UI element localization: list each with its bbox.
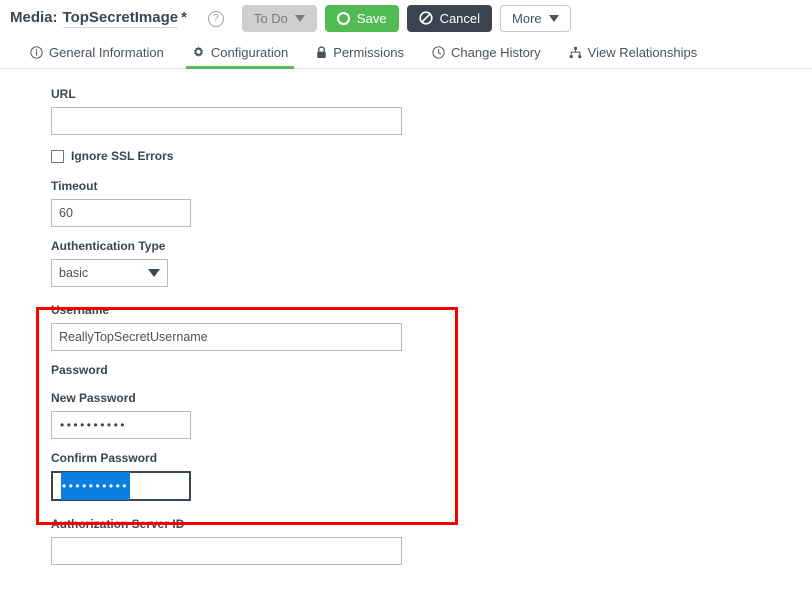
field-url: URL bbox=[51, 87, 812, 135]
ignore-ssl-errors-checkbox-row[interactable]: Ignore SSL Errors bbox=[51, 149, 812, 163]
sitemap-icon bbox=[569, 46, 582, 59]
cancel-button-label: Cancel bbox=[439, 10, 481, 26]
configuration-form: URL Ignore SSL Errors Timeout Authentica… bbox=[0, 69, 812, 565]
tab-view-relationships-label: View Relationships bbox=[587, 44, 698, 60]
todo-dropdown-label: To Do bbox=[253, 10, 288, 26]
new-password-label: New Password bbox=[51, 391, 136, 405]
authentication-type-label: Authentication Type bbox=[51, 239, 166, 253]
page-title-name[interactable]: TopSecretImage bbox=[62, 9, 179, 28]
confirm-password-masked-value: •••••••••• bbox=[61, 472, 131, 500]
cancel-button[interactable]: Cancel bbox=[406, 4, 493, 32]
more-dropdown-label: More bbox=[512, 10, 542, 26]
unsaved-changes-marker: * bbox=[181, 8, 187, 26]
username-input[interactable] bbox=[51, 323, 402, 351]
confirm-password-label: Confirm Password bbox=[51, 451, 158, 465]
chevron-down-icon bbox=[294, 14, 305, 22]
field-authentication-type: Authentication Type basic bbox=[51, 239, 812, 287]
chevron-down-icon bbox=[148, 269, 160, 277]
url-input[interactable] bbox=[51, 107, 402, 135]
field-authorization-server-id: Authorization Server ID bbox=[51, 517, 812, 565]
field-username: Username bbox=[51, 303, 812, 351]
tab-permissions-label: Permissions bbox=[333, 44, 405, 60]
authentication-type-select[interactable]: basic bbox=[51, 259, 168, 287]
username-label: Username bbox=[51, 303, 110, 317]
clock-icon bbox=[432, 45, 445, 59]
save-button[interactable]: Save bbox=[324, 4, 399, 32]
authentication-type-value: basic bbox=[59, 266, 89, 280]
more-dropdown-button[interactable]: More bbox=[500, 4, 571, 32]
help-circle-icon[interactable]: ? bbox=[207, 11, 224, 27]
tab-view-relationships[interactable]: View Relationships bbox=[555, 36, 712, 68]
password-group-label: Password bbox=[51, 363, 108, 377]
todo-dropdown-button[interactable]: To Do bbox=[241, 4, 317, 32]
circle-icon bbox=[336, 11, 350, 25]
save-button-label: Save bbox=[356, 10, 387, 26]
gear-icon bbox=[192, 45, 205, 59]
page-title: Media: TopSecretImage * bbox=[10, 9, 187, 28]
tab-change-history-label: Change History bbox=[451, 44, 541, 60]
tab-general-information[interactable]: General Information bbox=[16, 36, 178, 68]
ban-icon bbox=[418, 11, 433, 25]
timeout-input[interactable] bbox=[51, 199, 191, 227]
field-timeout: Timeout bbox=[51, 179, 812, 227]
confirm-password-input[interactable]: •••••••••• bbox=[51, 471, 191, 501]
authorization-server-id-input[interactable] bbox=[51, 537, 402, 565]
field-new-password: New Password •••••••••• bbox=[51, 391, 812, 439]
tab-configuration-label: Configuration bbox=[210, 44, 289, 60]
authorization-server-id-label: Authorization Server ID bbox=[51, 517, 185, 531]
chevron-down-icon bbox=[548, 14, 559, 22]
tab-configuration[interactable]: Configuration bbox=[178, 36, 302, 69]
tab-permissions[interactable]: Permissions bbox=[302, 36, 418, 68]
new-password-masked-value: •••••••••• bbox=[60, 418, 128, 432]
info-circle-icon bbox=[30, 45, 43, 59]
page-header: Media: TopSecretImage * ? To Do Save Can… bbox=[0, 0, 812, 36]
new-password-input[interactable]: •••••••••• bbox=[51, 411, 191, 439]
tab-change-history[interactable]: Change History bbox=[418, 36, 555, 68]
url-label: URL bbox=[51, 87, 76, 101]
field-confirm-password: Confirm Password •••••••••• bbox=[51, 451, 812, 501]
page-title-prefix: Media: bbox=[10, 8, 58, 26]
ignore-ssl-errors-checkbox[interactable] bbox=[51, 149, 64, 163]
tab-general-information-label: General Information bbox=[49, 44, 164, 60]
tab-bar: General Information Configuration Permis… bbox=[0, 36, 812, 69]
ignore-ssl-errors-label: Ignore SSL Errors bbox=[71, 149, 174, 163]
timeout-label: Timeout bbox=[51, 179, 98, 193]
lock-icon bbox=[316, 45, 327, 59]
